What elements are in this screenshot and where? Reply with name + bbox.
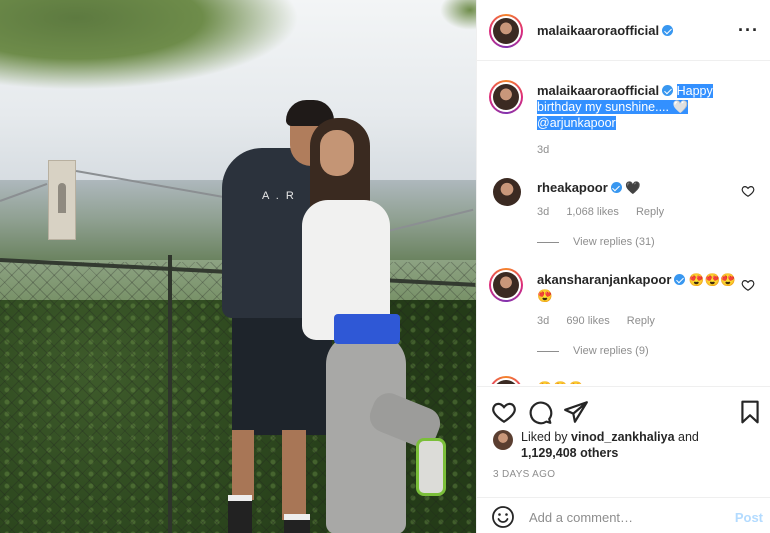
comment-text: akansharanjankapoor 😍😍😍 😍: [537, 272, 741, 304]
comment-username[interactable]: rheakapoor: [537, 180, 608, 195]
view-replies-label: View replies (9): [573, 345, 649, 357]
post-side-panel: malaikaaroraofficial ··· malaikaaroraoff…: [476, 0, 770, 533]
caption-line2: birthday my sunshine.... 🤍: [537, 100, 689, 114]
liker-username[interactable]: vinod_zankhaliya: [571, 430, 675, 444]
author-username[interactable]: malaikaaroraofficial: [537, 23, 659, 38]
view-replies-button[interactable]: View replies (9): [537, 345, 649, 357]
bridge-tower: [48, 160, 76, 240]
comment-item: akansharanjankapoor 😍😍😍 😍 3d 690 likes R…: [477, 268, 770, 378]
author-avatar[interactable]: [489, 14, 523, 48]
comment-age[interactable]: 3d: [537, 315, 549, 327]
comments-list: malaikaaroraofficial Happy birthday my s…: [477, 62, 770, 384]
comment-icon[interactable]: [527, 399, 553, 425]
add-comment-bar: Add a comment… Post: [477, 497, 770, 533]
caption: malaikaaroraofficial Happy birthday my s…: [477, 80, 770, 160]
likes-prefix: Liked by: [521, 430, 572, 444]
likes-count[interactable]: 1,129,408 others: [521, 446, 618, 460]
photo-tree-leaves-right: [440, 0, 476, 30]
post-photo[interactable]: A . R: [0, 0, 476, 533]
caption-avatar[interactable]: [489, 80, 523, 114]
view-replies-button[interactable]: View replies (31): [537, 236, 655, 248]
verified-icon: [662, 85, 674, 96]
woman-waistband: [334, 314, 400, 344]
comment-meta: 3d 690 likes Reply: [537, 315, 669, 327]
comment-text: 😍😍😍: [537, 380, 741, 384]
add-comment-input[interactable]: Add a comment…: [529, 510, 633, 525]
comment-text: rheakapoor 🖤: [537, 180, 741, 196]
comment-meta: 3d 1,068 likes Reply: [537, 206, 678, 218]
caption-line1: Happy: [676, 84, 713, 98]
comment-body: 🖤: [625, 181, 641, 195]
woman-face: [320, 130, 354, 176]
fence-post: [168, 255, 172, 533]
man-shoe: [228, 495, 252, 533]
more-options-icon[interactable]: ···: [738, 20, 759, 41]
caption-text: malaikaaroraofficial Happy birthday my s…: [537, 83, 741, 131]
liker-avatar[interactable]: [493, 430, 513, 450]
post-comment-button[interactable]: Post: [735, 510, 763, 525]
commenter-avatar[interactable]: [489, 268, 523, 302]
comment-likes[interactable]: 1,068 likes: [566, 206, 619, 218]
caption-username[interactable]: malaikaaroraofficial: [537, 83, 659, 98]
likes-summary: Liked by vinod_zankhaliya and 1,129,408 …: [521, 429, 699, 461]
like-heart-icon[interactable]: [491, 399, 517, 425]
comment-username[interactable]: akansharanjankapoor: [537, 272, 671, 287]
post-timestamp[interactable]: 3 DAYS AGO: [493, 469, 555, 480]
man-shoe: [284, 514, 310, 533]
save-bookmark-icon[interactable]: [737, 399, 763, 425]
verified-icon: [662, 25, 674, 36]
man-leg: [282, 430, 306, 520]
commenter-avatar[interactable]: [493, 178, 521, 206]
like-comment-heart-icon[interactable]: [741, 184, 755, 198]
verified-icon: [674, 274, 686, 285]
post-actions: Liked by vinod_zankhaliya and 1,129,408 …: [477, 386, 770, 533]
comment-reply-button[interactable]: Reply: [636, 206, 664, 218]
like-comment-heart-icon[interactable]: [741, 278, 755, 292]
view-replies-label: View replies (31): [573, 236, 655, 248]
comment-item: 😍😍😍: [477, 374, 770, 384]
comment-item: rheakapoor 🖤 3d 1,068 likes Reply View r…: [477, 176, 770, 256]
emoji-icon[interactable]: [491, 505, 515, 529]
share-icon[interactable]: [563, 399, 589, 425]
comment-likes[interactable]: 690 likes: [566, 315, 609, 327]
comment-body: 😍😍😍: [537, 381, 584, 384]
likes-and: and: [674, 430, 699, 444]
woman-shoe: [416, 438, 446, 496]
photo-tree-leaves: [0, 0, 300, 90]
caption-age[interactable]: 3d: [537, 144, 549, 156]
post-header: malaikaaroraofficial ···: [477, 0, 770, 61]
man-leg: [232, 430, 254, 500]
caption-mention[interactable]: @arjunkapoor: [537, 116, 616, 130]
comment-reply-button[interactable]: Reply: [627, 315, 655, 327]
caption-meta: 3d: [537, 144, 563, 156]
author-name-block: malaikaaroraofficial: [537, 23, 674, 38]
verified-icon: [610, 182, 622, 193]
hoodie-print: A . R: [262, 190, 296, 202]
comment-age[interactable]: 3d: [537, 206, 549, 218]
commenter-avatar[interactable]: [489, 376, 523, 384]
comment-body-line2: 😍: [537, 289, 553, 303]
comment-body: 😍😍😍: [688, 273, 736, 287]
